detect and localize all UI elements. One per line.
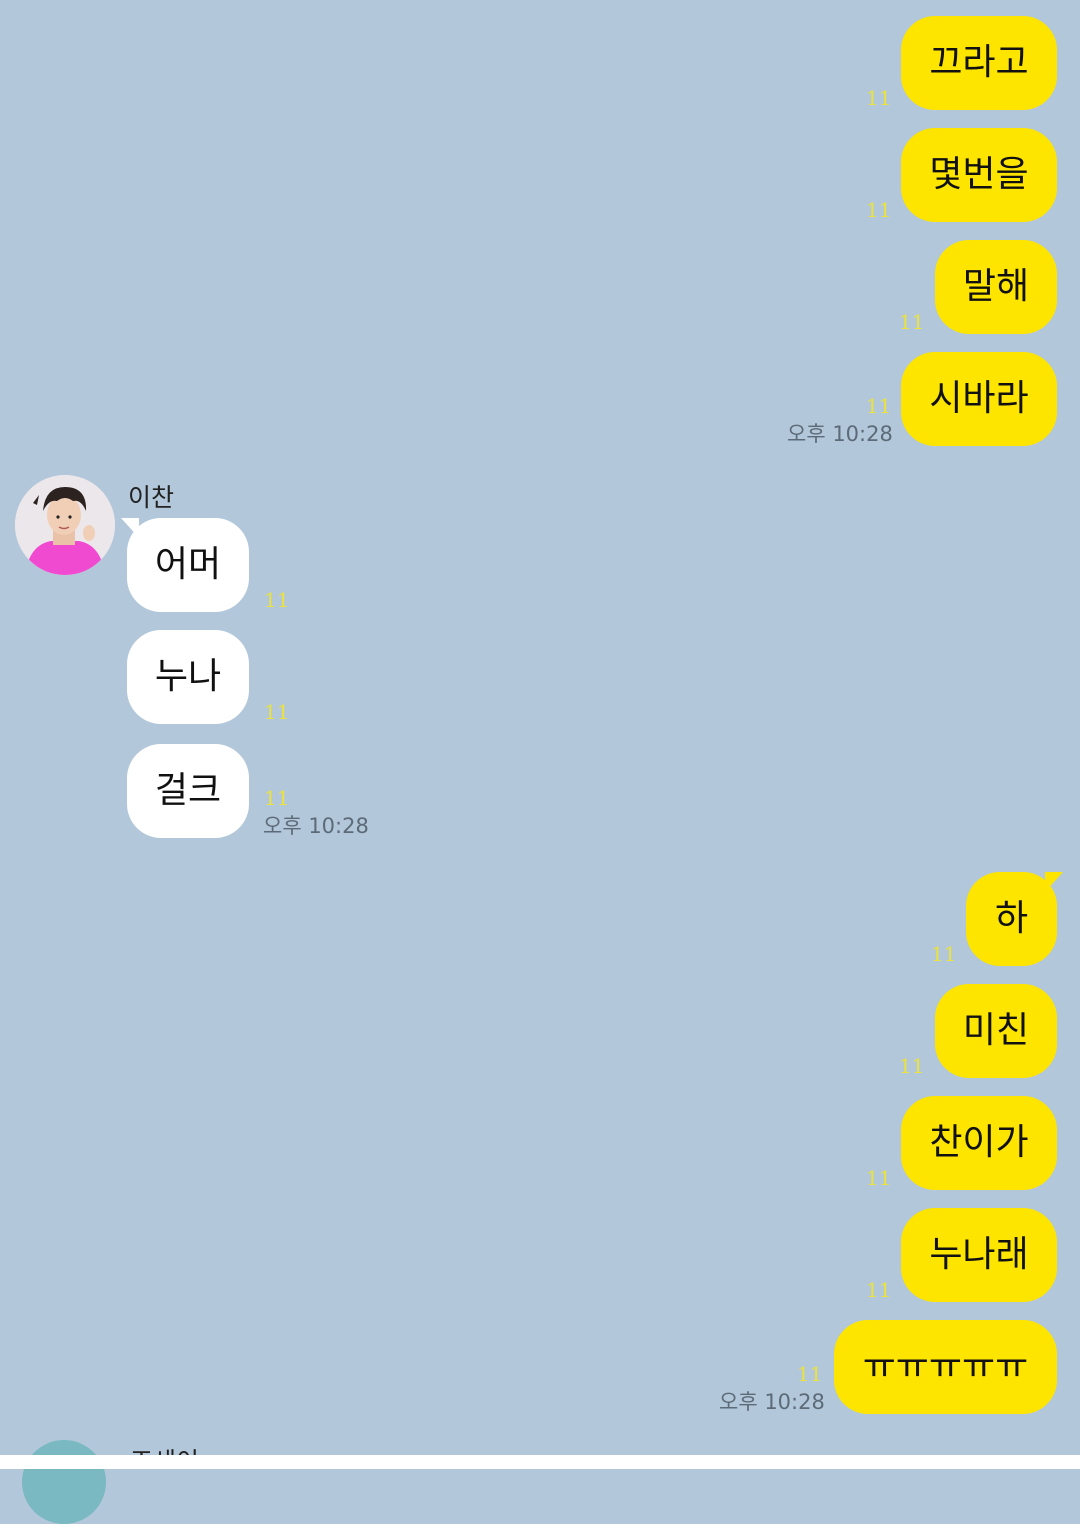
unread-count: 11: [931, 942, 957, 966]
timestamp: 오후 10:28: [719, 1390, 825, 1414]
message-bubble[interactable]: 하: [966, 872, 1057, 966]
message-bubble[interactable]: 몇번을: [901, 128, 1057, 222]
unread-count: 11: [866, 86, 892, 110]
profile-avatar[interactable]: [15, 475, 115, 575]
message-bubble[interactable]: 미친: [935, 984, 1057, 1078]
timestamp: 오후 10:28: [787, 422, 893, 446]
message-bubble[interactable]: 시바라: [901, 352, 1057, 446]
message-bubble[interactable]: 끄라고: [901, 16, 1057, 110]
message-bubble[interactable]: 말해: [935, 240, 1057, 334]
unread-count: 11: [866, 198, 892, 222]
unread-count: 11: [866, 1278, 892, 1302]
message-bubble[interactable]: 찬이가: [901, 1096, 1057, 1190]
message-bubble[interactable]: 누나: [127, 630, 249, 724]
chat-room[interactable]: 끄라고 11 몇번을 11 말해 11 시바라 11 오후 10:28 이찬 어…: [0, 0, 1080, 1524]
profile-avatar[interactable]: [22, 1440, 106, 1524]
unread-count: 11: [899, 1054, 925, 1078]
sender-name: 이찬: [128, 483, 175, 512]
timestamp: 오후 10:28: [263, 814, 369, 838]
unread-count: 11: [797, 1362, 823, 1386]
message-bubble[interactable]: 누나래: [901, 1208, 1057, 1302]
bottom-edge: [0, 1455, 1080, 1469]
unread-count: 11: [264, 786, 290, 810]
unread-count: 11: [866, 394, 892, 418]
sender-name: 조세이: [130, 1442, 199, 1455]
unread-count: 11: [866, 1166, 892, 1190]
message-bubble[interactable]: 걸크: [127, 744, 249, 838]
message-bubble[interactable]: 어머: [127, 518, 249, 612]
unread-count: 11: [264, 700, 290, 724]
profile-photo: [15, 475, 115, 575]
unread-count: 11: [264, 588, 290, 612]
unread-count: 11: [899, 310, 925, 334]
message-bubble[interactable]: ㅠㅠㅠㅠㅠ: [834, 1320, 1057, 1414]
